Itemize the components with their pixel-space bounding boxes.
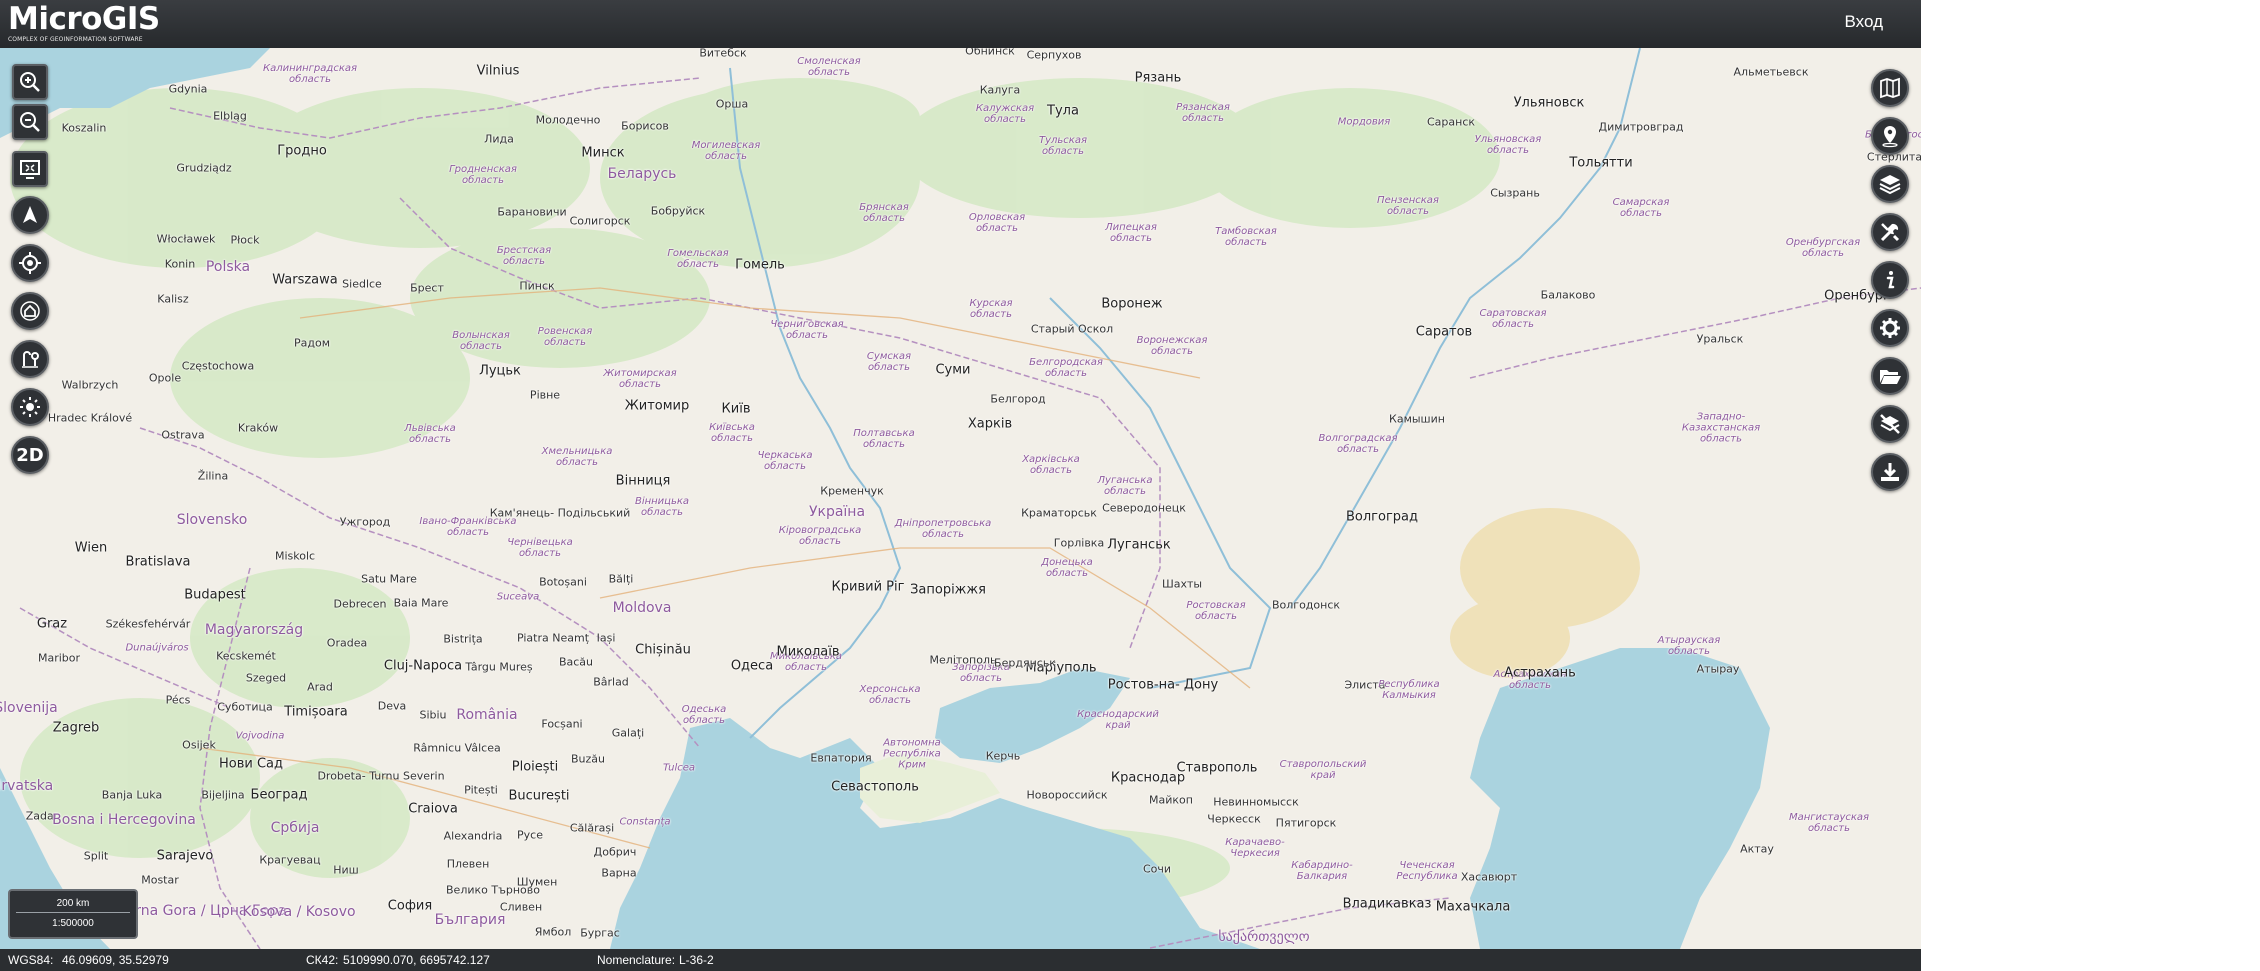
view-2d-icon: 2D <box>16 444 44 466</box>
extent-icon <box>20 160 40 179</box>
route-button[interactable] <box>11 340 49 378</box>
logo[interactable]: MicroGIS COMPLEX OF GEOINFORMATION SOFTW… <box>8 1 160 44</box>
zoom-out-button[interactable] <box>12 104 48 140</box>
login-link[interactable]: Вход <box>1845 12 1883 32</box>
clear-layers-button[interactable] <box>1871 405 1909 443</box>
logo-tagline: COMPLEX OF GEOINFORMATION SOFTWARE <box>8 36 143 43</box>
route-icon <box>22 351 39 368</box>
my-location-button[interactable] <box>11 244 49 282</box>
layers-button[interactable] <box>1871 165 1909 203</box>
top-header: MicroGIS COMPLEX OF GEOINFORMATION SOFTW… <box>0 0 1921 48</box>
tools-icon <box>1880 223 1900 242</box>
logo-text: MicroGIS <box>8 1 160 37</box>
layers-icon <box>1879 175 1901 195</box>
location-pin-button[interactable] <box>1871 117 1909 155</box>
north-arrow-button[interactable] <box>11 196 49 234</box>
lighting-button[interactable] <box>11 388 49 426</box>
nomenclature-label: Nomenclature: <box>597 953 676 967</box>
scale-box: 200 km 1:500000 <box>8 889 138 939</box>
sk42-label: СК42: <box>306 953 339 967</box>
full-extent-button[interactable] <box>12 151 48 187</box>
north-arrow-icon <box>23 206 37 223</box>
info-button[interactable] <box>1871 261 1909 299</box>
folder-icon <box>1880 370 1901 384</box>
sk42-value: 5109990.070, 6695742.127 <box>343 953 490 967</box>
view-2d-button[interactable]: 2D <box>11 436 49 474</box>
app-window: MicroGIS COMPLEX OF GEOINFORMATION SOFTW… <box>0 0 1921 971</box>
map-icon <box>1880 77 1900 99</box>
scale-bar: 200 km <box>16 895 130 913</box>
map-canvas[interactable]: Gdynia Vilnius Витебск Смоленская область Об… <box>0 48 1921 949</box>
gear-icon <box>1880 318 1900 338</box>
basemap <box>0 48 1921 949</box>
home-button[interactable] <box>11 292 49 330</box>
crosshair-icon <box>19 252 41 274</box>
open-folder-button[interactable] <box>1871 357 1909 395</box>
zoom-in-button[interactable] <box>12 64 48 100</box>
layers-off-icon <box>1880 414 1900 434</box>
wgs84-label: WGS84: <box>8 953 54 967</box>
status-bar: WGS84: 46.09609, 35.52979 СК42: 5109990.… <box>0 949 1921 971</box>
map-button[interactable] <box>1871 69 1909 107</box>
home-icon <box>20 301 40 321</box>
zoom-in-icon <box>20 72 40 92</box>
info-icon <box>1886 271 1895 289</box>
scale-ratio[interactable]: 1:500000 <box>10 913 136 935</box>
sun-icon <box>20 397 40 417</box>
zoom-out-icon <box>20 112 40 132</box>
nomenclature-value: L-36-2 <box>679 953 714 967</box>
location-pin-icon <box>1882 126 1898 148</box>
download-icon <box>1881 463 1899 481</box>
download-button[interactable] <box>1871 453 1909 491</box>
wgs84-value: 46.09609, 35.52979 <box>62 953 169 967</box>
settings-button[interactable] <box>1871 309 1909 347</box>
tools-button[interactable] <box>1871 213 1909 251</box>
